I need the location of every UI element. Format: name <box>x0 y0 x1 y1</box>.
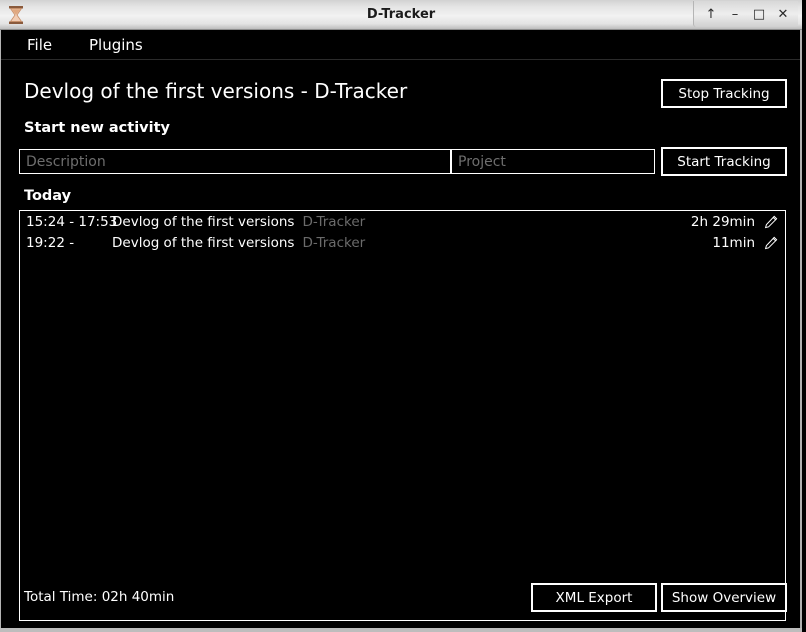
description-input[interactable] <box>19 149 451 174</box>
window-border-bottom <box>0 628 802 632</box>
xml-export-button[interactable]: XML Export <box>531 583 657 612</box>
activity-description: Devlog of the first versions <box>112 234 295 251</box>
activity-duration: 2h 29min <box>690 213 755 230</box>
activity-row[interactable]: 15:24 - 17:53 Devlog of the first versio… <box>20 211 785 232</box>
title-bar[interactable]: D-Tracker ↑ – □ ✕ <box>0 0 802 30</box>
menu-item-plugins[interactable]: Plugins <box>81 30 151 60</box>
activity-description: Devlog of the first versions <box>112 213 295 230</box>
page-title: Devlog of the first versions - D-Tracker <box>24 79 408 103</box>
window-title: D-Tracker <box>366 7 436 22</box>
stop-tracking-button[interactable]: Stop Tracking <box>661 79 787 108</box>
menu-item-file[interactable]: File <box>19 30 60 60</box>
total-time-label: Total Time: 02h 40min <box>24 589 175 605</box>
project-input[interactable] <box>451 149 655 174</box>
activity-project: D-Tracker <box>302 234 366 251</box>
pencil-icon[interactable] <box>763 235 779 251</box>
activity-time: 19:22 - <box>26 234 75 251</box>
today-section-label: Today <box>24 188 72 204</box>
pencil-icon[interactable] <box>763 214 779 230</box>
show-overview-button[interactable]: Show Overview <box>661 583 787 612</box>
menu-bar: File Plugins <box>1 30 800 60</box>
application-window: D-Tracker ↑ – □ ✕ File Plugins Devlog of… <box>0 0 806 632</box>
desktop-background <box>802 0 806 632</box>
start-tracking-button[interactable]: Start Tracking <box>661 147 787 176</box>
window-controls: ↑ – □ ✕ <box>693 1 798 27</box>
activity-project: D-Tracker <box>302 213 366 230</box>
activity-list[interactable]: 15:24 - 17:53 Devlog of the first versio… <box>19 210 786 621</box>
minimize-button[interactable]: – <box>728 6 742 22</box>
shade-button[interactable]: ↑ <box>704 6 718 22</box>
start-new-activity-label: Start new activity <box>24 120 170 136</box>
activity-time: 15:24 - 17:53 <box>26 213 118 230</box>
activity-row[interactable]: 19:22 - Devlog of the first versions D-T… <box>20 232 785 253</box>
maximize-button[interactable]: □ <box>752 6 766 22</box>
close-button[interactable]: ✕ <box>776 6 790 22</box>
window-border-left <box>0 30 1 632</box>
main-content: Devlog of the first versions - D-Tracker… <box>1 61 800 628</box>
activity-duration: 11min <box>712 234 755 251</box>
